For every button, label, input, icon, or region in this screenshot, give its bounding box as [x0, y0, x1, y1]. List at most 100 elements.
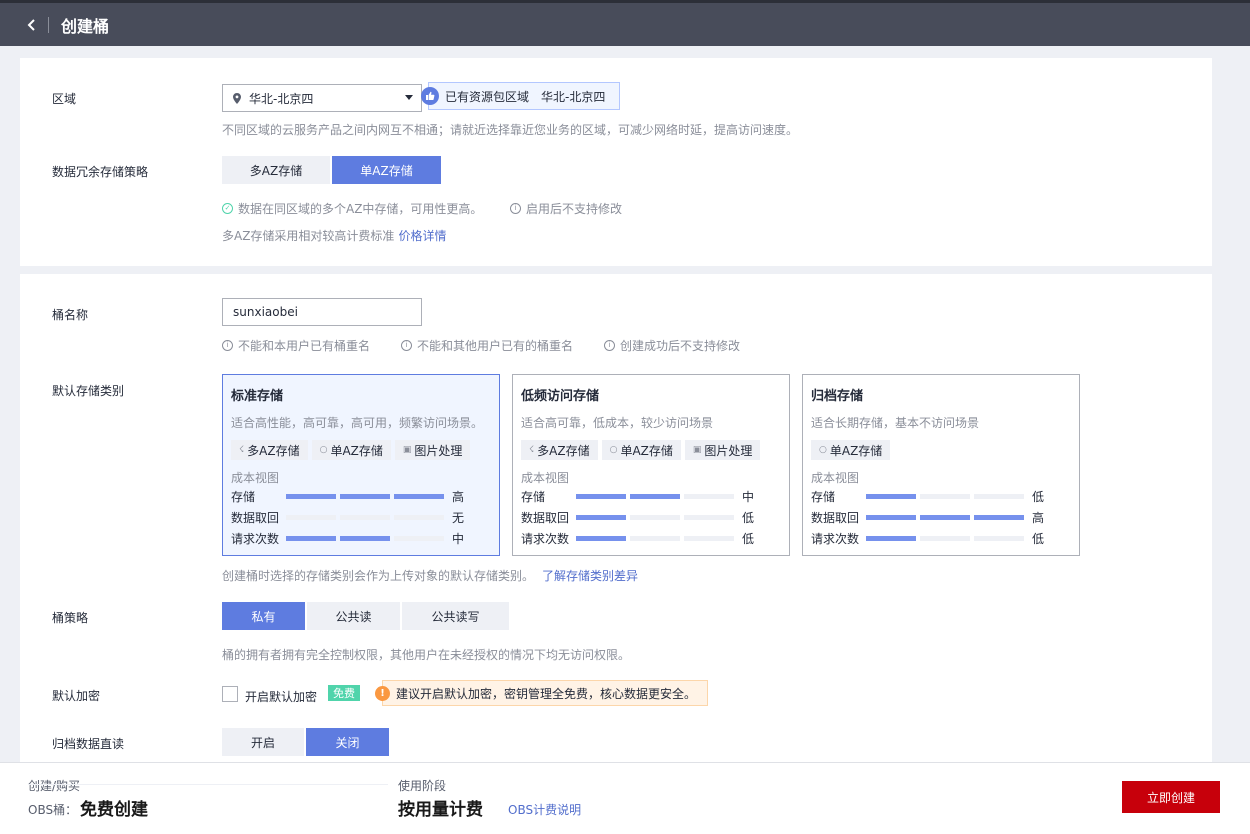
storage-class-tag: ○ 单AZ存储: [311, 440, 391, 460]
storage-class-desc: 适合长期存储，基本不访问场景: [811, 416, 980, 430]
encryption-checkbox[interactable]: [222, 686, 238, 702]
thumbs-up-icon: [421, 87, 439, 105]
resource-tag-text: 已有资源包区域: [445, 89, 530, 104]
cost-level-segment: [340, 494, 390, 499]
info-icon: i: [222, 340, 233, 351]
cost-level-text: 低: [742, 511, 755, 525]
cost-level-bar: [286, 494, 448, 499]
cost-level-bar: [866, 515, 1028, 520]
obs-pricing-link[interactable]: OBS计费说明: [508, 801, 581, 818]
redundancy-hint1-text: 数据在同区域的多个AZ中存储，可用性更高。: [238, 202, 483, 216]
policy-hint: 桶的拥有者拥有完全控制权限，其他用户在未经授权的情况下均无访问权限。: [222, 648, 631, 662]
multi-az-icon: ☇: [239, 445, 245, 455]
warning-icon: !: [375, 685, 390, 701]
redundancy-option-multi-az[interactable]: 多AZ存储: [222, 156, 330, 184]
location-pin-icon: [233, 92, 241, 104]
storage-class-tag-label: 单AZ存储: [620, 443, 673, 458]
cost-level-segment: [974, 515, 1024, 520]
bucket-name-rule-2-text: 不能和其他用户已有的桶重名: [417, 339, 574, 353]
obs-bucket-label: OBS桶：: [28, 803, 78, 817]
storage-class-tag: ○ 单AZ存储: [601, 440, 681, 460]
region-label: 区域: [52, 92, 77, 106]
bucket-name-rule-3-text: 创建成功后不支持修改: [620, 339, 741, 353]
cost-view-label: 成本视图: [521, 471, 570, 485]
storage-class-tag-label: 单AZ存储: [330, 443, 383, 458]
footer-bar: 创建/购买 OBS桶： 免费创建 使用阶段 按用量计费 OBS计费说明 立即创建: [0, 762, 1250, 834]
storage-class-tags: ☇ 多AZ存储 ○ 单AZ存储 ▣ 图片处理: [521, 440, 781, 460]
cost-level-segment: [974, 536, 1024, 541]
cost-row-label: 请求次数: [811, 532, 860, 546]
cost-level-text: 低: [1032, 490, 1045, 504]
cost-level-segment: [866, 515, 916, 520]
free-badge: 免费: [328, 685, 360, 701]
create-now-button[interactable]: 立即创建: [1122, 781, 1220, 813]
policy-option-private[interactable]: 私有: [222, 602, 305, 630]
cost-row: 数据取回 高: [811, 507, 1071, 528]
single-az-icon: ○: [319, 445, 328, 455]
check-circle-icon: ✓: [222, 203, 233, 214]
cost-row-label: 数据取回: [521, 511, 570, 525]
storage-class-card[interactable]: 标准存储 适合高性能，高可靠，高可用，频繁访问场景。 ☇ 多AZ存储 ○ 单AZ存储 ▣ 图片…: [222, 374, 500, 556]
info-icon: i: [604, 340, 615, 351]
header-divider: [48, 16, 49, 33]
storage-class-desc: 适合高可靠，低成本，较少访问场景: [521, 416, 714, 430]
cost-level-segment: [920, 494, 970, 499]
cost-row: 存储 低: [811, 486, 1071, 507]
cost-level-segment: [286, 515, 336, 520]
cost-level-text: 高: [452, 490, 465, 504]
back-button[interactable]: [12, 5, 52, 45]
policy-option-public-read[interactable]: 公共读: [307, 602, 400, 630]
cost-level-segment: [684, 515, 734, 520]
bucket-name-rule-1: i 不能和本用户已有桶重名: [222, 337, 370, 354]
cost-level-segment: [866, 494, 916, 499]
cost-level-bar: [866, 494, 1028, 499]
redundancy-option-single-az[interactable]: 单AZ存储: [332, 156, 441, 184]
region-select[interactable]: 华北-北京四: [222, 84, 422, 112]
cost-row: 请求次数 中: [231, 528, 491, 549]
policy-option-public-read-write[interactable]: 公共读写: [402, 602, 509, 630]
storage-class-desc: 适合高性能，高可靠，高可用，频繁访问场景。: [231, 416, 484, 430]
cost-level-segment: [286, 494, 336, 499]
storage-class-card[interactable]: 低频访问存储 适合高可靠，低成本，较少访问场景 ☇ 多AZ存储 ○ 单AZ存储 ▣ 图片处理成…: [512, 374, 790, 556]
usage-stage-label: 使用阶段: [398, 779, 447, 793]
region-card: 区域 华北-北京四 已有资源包区域 华北-北京四 不同区域的云服务产品之间内网互…: [20, 58, 1212, 266]
cost-level-text: 低: [1032, 532, 1045, 546]
storage-class-tag-label: 多AZ存储: [247, 443, 300, 458]
archive-read-option-on[interactable]: 开启: [222, 728, 304, 756]
bucket-name-input[interactable]: [222, 298, 422, 326]
obs-bucket-value: 免费创建: [80, 800, 148, 820]
cost-row-label: 数据取回: [811, 511, 860, 525]
storage-class-diff-link[interactable]: 了解存储类别差异: [542, 567, 638, 584]
storage-class-card[interactable]: 归档存储 适合长期存储，基本不访问场景 ○ 单AZ存储 成本视图 存储低数据取回高请求次数…: [802, 374, 1080, 556]
cost-level-segment: [630, 515, 680, 520]
cost-level-segment: [576, 515, 626, 520]
storage-class-tags: ○ 单AZ存储: [811, 440, 1071, 460]
redundancy-segmented: 多AZ存储 单AZ存储: [222, 156, 443, 184]
cost-row-label: 存储: [231, 490, 256, 504]
cost-view-label: 成本视图: [231, 471, 280, 485]
cost-row-label: 存储: [521, 490, 546, 504]
page-title: 创建桶: [61, 16, 110, 36]
storage-class-tag: ▣ 图片处理: [394, 440, 471, 460]
cost-row-label: 请求次数: [231, 532, 280, 546]
cost-level-segment: [576, 494, 626, 499]
price-details-link[interactable]: 价格详情: [398, 227, 446, 244]
info-icon: i: [510, 203, 521, 214]
cost-level-segment: [630, 536, 680, 541]
cost-level-segment: [286, 536, 336, 541]
archive-read-option-off[interactable]: 关闭: [306, 728, 389, 756]
cost-level-bar: [286, 536, 448, 541]
cost-level-text: 低: [742, 532, 755, 546]
cost-row-label: 存储: [811, 490, 836, 504]
cost-level-bar: [576, 536, 738, 541]
storage-class-tag-label: 图片处理: [414, 443, 463, 458]
policy-label: 桶策略: [52, 611, 89, 625]
encryption-label: 默认加密: [52, 689, 101, 703]
encryption-tip: ! 建议开启默认加密，密钥管理全免费，核心数据更安全。: [375, 680, 708, 706]
footer-divider-line: [28, 784, 388, 785]
encryption-tip-text: 建议开启默认加密，密钥管理全免费，核心数据更安全。: [396, 686, 697, 701]
cost-row: 存储 高: [231, 486, 491, 507]
image-icon: ▣: [692, 445, 702, 455]
cost-level-segment: [974, 494, 1024, 499]
info-icon: i: [401, 340, 412, 351]
